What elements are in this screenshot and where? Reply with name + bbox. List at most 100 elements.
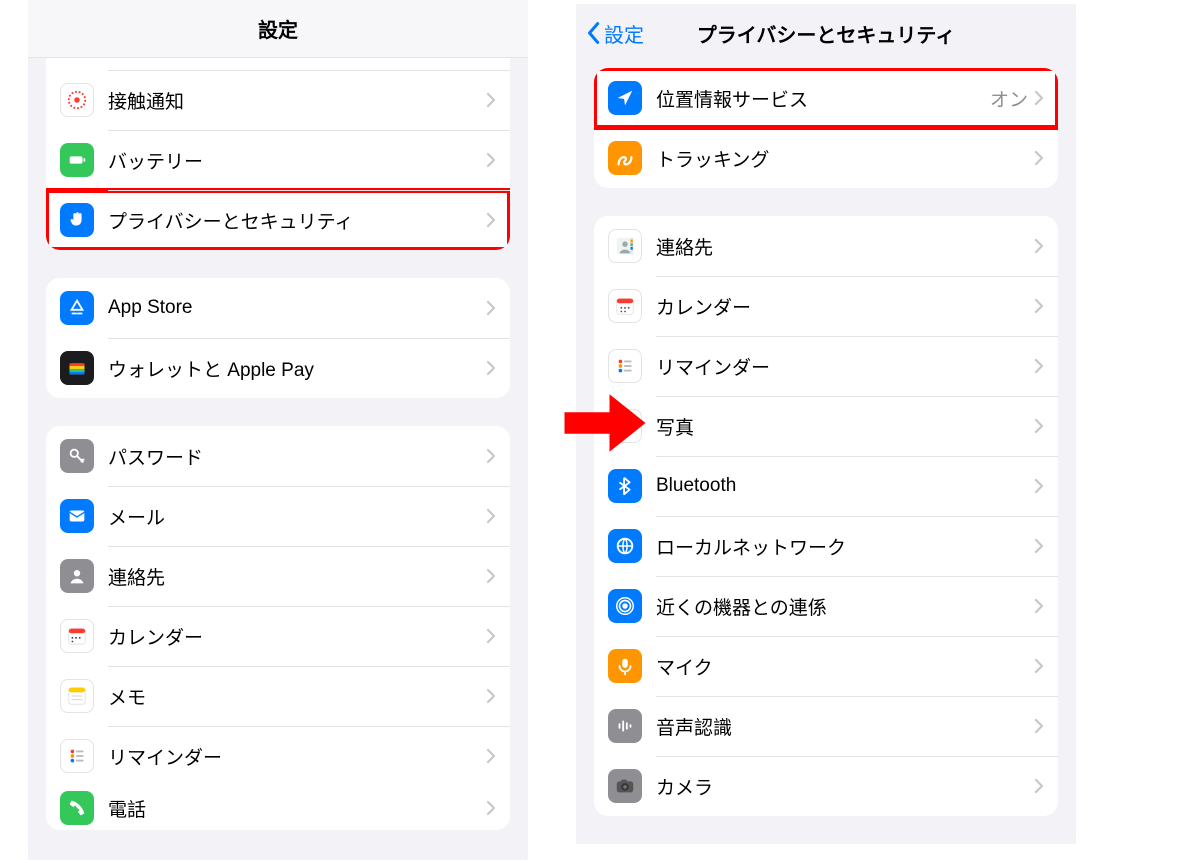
chevron-right-icon — [486, 508, 496, 524]
row-label: リマインダー — [656, 353, 1034, 380]
location-icon — [608, 81, 642, 115]
phone-icon — [60, 791, 94, 825]
chevron-right-icon — [1034, 778, 1044, 794]
exposure-icon — [60, 83, 94, 117]
row-label: 音声認識 — [656, 713, 1034, 740]
settings-section: パスワード メール 連絡先 カレンダー メモ リマインダー 電話 — [46, 426, 510, 830]
settings-row-bluetooth[interactable]: Bluetooth — [594, 456, 1058, 516]
hand-icon — [60, 203, 94, 237]
speech-icon — [608, 709, 642, 743]
row-label: パスワード — [108, 443, 486, 470]
chevron-right-icon — [1034, 238, 1044, 254]
arrow-icon — [560, 378, 650, 468]
page-title: 設定 — [258, 14, 298, 43]
row-label: App Store — [108, 297, 486, 319]
settings-section: App Store ウォレットと Apple Pay — [46, 278, 510, 398]
mail-icon — [60, 499, 94, 533]
chevron-right-icon — [1034, 90, 1044, 106]
chevron-right-icon — [1034, 478, 1044, 494]
row-label: プライバシーとセキュリティ — [108, 207, 486, 234]
page-title: プライバシーとセキュリティ — [697, 19, 955, 48]
chevron-right-icon — [486, 628, 496, 644]
row-label: メール — [108, 503, 486, 530]
settings-section: 接触通知 バッテリー プライバシーとセキュリティ — [46, 58, 510, 250]
chevron-right-icon — [1034, 418, 1044, 434]
settings-row-privacy[interactable]: プライバシーとセキュリティ — [46, 190, 510, 250]
chevron-right-icon — [486, 152, 496, 168]
chevron-right-icon — [1034, 718, 1044, 734]
settings-row-camera[interactable]: カメラ — [594, 756, 1058, 816]
contacts-l-icon — [60, 559, 94, 593]
settings-row-tracking[interactable]: トラッキング — [594, 128, 1058, 188]
chevron-right-icon — [1034, 298, 1044, 314]
key-icon — [60, 439, 94, 473]
settings-row-localnet[interactable]: ローカルネットワーク — [594, 516, 1058, 576]
chevron-right-icon — [486, 448, 496, 464]
settings-row-appstore[interactable]: App Store — [46, 278, 510, 338]
settings-row-mail[interactable]: メール — [46, 486, 510, 546]
row-label: 連絡先 — [108, 563, 486, 590]
settings-row-notes[interactable]: メモ — [46, 666, 510, 726]
settings-row-contacts-l[interactable]: 連絡先 — [46, 546, 510, 606]
row-value: オン — [990, 85, 1028, 112]
mic-icon — [608, 649, 642, 683]
row-label: トラッキング — [656, 145, 1034, 172]
calendar-icon — [608, 289, 642, 323]
navbar-right: 設定 プライバシーとセキュリティ — [576, 4, 1076, 62]
contacts-icon — [608, 229, 642, 263]
settings-row-reminders-l[interactable]: リマインダー — [46, 726, 510, 786]
row-label: 接触通知 — [108, 87, 486, 114]
back-button[interactable]: 設定 — [586, 19, 644, 48]
back-label: 設定 — [604, 19, 644, 48]
tracking-icon — [608, 141, 642, 175]
localnet-icon — [608, 529, 642, 563]
chevron-right-icon — [486, 800, 496, 816]
chevron-right-icon — [1034, 658, 1044, 674]
settings-row-contacts[interactable]: 連絡先 — [594, 216, 1058, 276]
settings-row-photos[interactable]: 写真 — [594, 396, 1058, 456]
settings-row-calendar-l[interactable]: カレンダー — [46, 606, 510, 666]
row-label: ウォレットと Apple Pay — [108, 355, 486, 382]
appstore-icon — [60, 291, 94, 325]
chevron-right-icon — [1034, 150, 1044, 166]
chevron-right-icon — [486, 568, 496, 584]
chevron-right-icon — [486, 360, 496, 376]
chevron-right-icon — [486, 748, 496, 764]
settings-row-stub[interactable] — [46, 58, 510, 70]
privacy-screen: 設定 プライバシーとセキュリティ 位置情報サービス オン トラッキング 連絡先 … — [576, 4, 1076, 844]
settings-row-calendar[interactable]: カレンダー — [594, 276, 1058, 336]
settings-row-mic[interactable]: マイク — [594, 636, 1058, 696]
nearby-icon — [608, 589, 642, 623]
row-label: メモ — [108, 683, 486, 710]
camera-icon — [608, 769, 642, 803]
settings-section: 連絡先 カレンダー リマインダー 写真 — [594, 216, 1058, 816]
row-label: ローカルネットワーク — [656, 533, 1034, 560]
settings-row-nearby[interactable]: 近くの機器との連係 — [594, 576, 1058, 636]
chevron-right-icon — [486, 92, 496, 108]
chevron-right-icon — [486, 212, 496, 228]
row-label: 近くの機器との連係 — [656, 593, 1034, 620]
row-label: 写真 — [656, 413, 1034, 440]
chevron-right-icon — [486, 688, 496, 704]
settings-row-phone[interactable]: 電話 — [46, 786, 510, 830]
settings-row-passwords[interactable]: パスワード — [46, 426, 510, 486]
settings-row-speech[interactable]: 音声認識 — [594, 696, 1058, 756]
settings-row-battery[interactable]: バッテリー — [46, 130, 510, 190]
calendar-l-icon — [60, 619, 94, 653]
row-label: リマインダー — [108, 743, 486, 770]
settings-row-exposure[interactable]: 接触通知 — [46, 70, 510, 130]
settings-row-location[interactable]: 位置情報サービス オン — [594, 68, 1058, 128]
settings-row-wallet[interactable]: ウォレットと Apple Pay — [46, 338, 510, 398]
row-label: バッテリー — [108, 147, 486, 174]
settings-screen: 設定 接触通知 バッテリー プライバシーとセキュリティ App Store ウォ… — [28, 0, 528, 860]
navbar-left: 設定 — [28, 0, 528, 58]
settings-row-reminders[interactable]: リマインダー — [594, 336, 1058, 396]
battery-icon — [60, 143, 94, 177]
chevron-right-icon — [1034, 538, 1044, 554]
chevron-right-icon — [1034, 598, 1044, 614]
row-label: 電話 — [108, 795, 486, 822]
row-label: 連絡先 — [656, 233, 1034, 260]
chevron-right-icon — [1034, 358, 1044, 374]
row-label: カレンダー — [108, 623, 486, 650]
row-label: カメラ — [656, 773, 1034, 800]
